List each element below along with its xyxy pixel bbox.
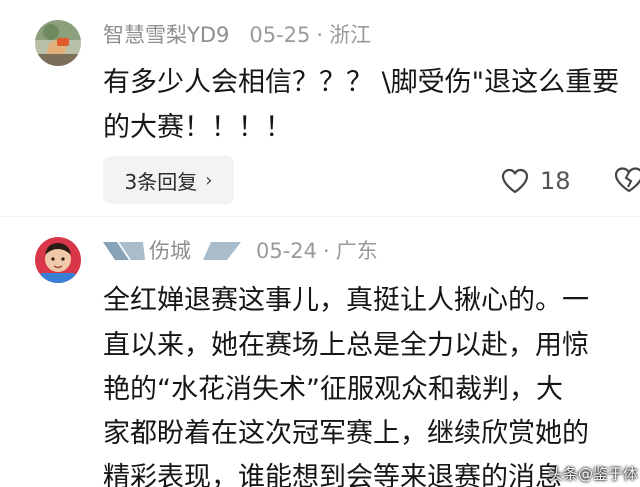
user-avatar[interactable] [35, 237, 81, 283]
comment-meta: 05-24 · 广东 [256, 236, 378, 266]
comment-meta: 伤城 [149, 236, 191, 266]
comment-location: 浙江 [329, 23, 372, 47]
separator-dot: · [323, 239, 330, 263]
comment-date: 05-24 [256, 239, 318, 263]
comment-text-line: 直以来，她在赛场上总是全力以赴，用惊 [103, 330, 589, 361]
watermark: 头条@鉴于体 [548, 465, 639, 483]
like-count: 18 [540, 167, 571, 195]
comment-text-line: 的大赛！！！！ [103, 112, 292, 143]
username[interactable]: 智慧雪梨YD9 [103, 20, 229, 50]
divider [0, 216, 640, 217]
view-replies-button[interactable]: 3条回复 › [103, 156, 234, 204]
comment-location: 广东 [335, 239, 378, 263]
heart-icon [501, 168, 529, 194]
comment-text-line: 全红婵退赛这事儿，真挺让人揪心的。一 [103, 285, 589, 316]
comment-thread: 智慧雪梨YD9 05-25 · 浙江 有多少人会相信？？？ \脚受伤"退这么重要… [0, 0, 640, 487]
comment-text-line: 有多少人会相信？？？ \脚受伤"退这么重要 [103, 67, 620, 98]
like-button[interactable]: 18 [500, 164, 571, 198]
comment-text-line: 家都盼着在这次冠军赛上，继续欣赏她的 [103, 418, 589, 449]
child-photo-avatar-icon [35, 237, 81, 283]
username[interactable]: 伤城 [149, 236, 191, 266]
chevron-right-icon: › [205, 169, 213, 191]
replies-label: 3条回复 [124, 169, 198, 194]
comment-text-line: 艳的“水花消失术”征服观众和裁判，大 [103, 374, 563, 405]
comment-text-line: 精彩表现，谁能想到会等来退赛的消息 [103, 462, 562, 487]
comment-date: 05-25 [249, 23, 311, 47]
comment-meta: 智慧雪梨YD9 05-25 · 浙江 [103, 20, 371, 50]
broken-heart-icon [614, 167, 640, 193]
dislike-button[interactable] [612, 165, 640, 199]
separator-dot: · [316, 23, 324, 47]
user-avatar[interactable] [35, 20, 81, 66]
hand-photo-avatar-icon [35, 20, 81, 66]
